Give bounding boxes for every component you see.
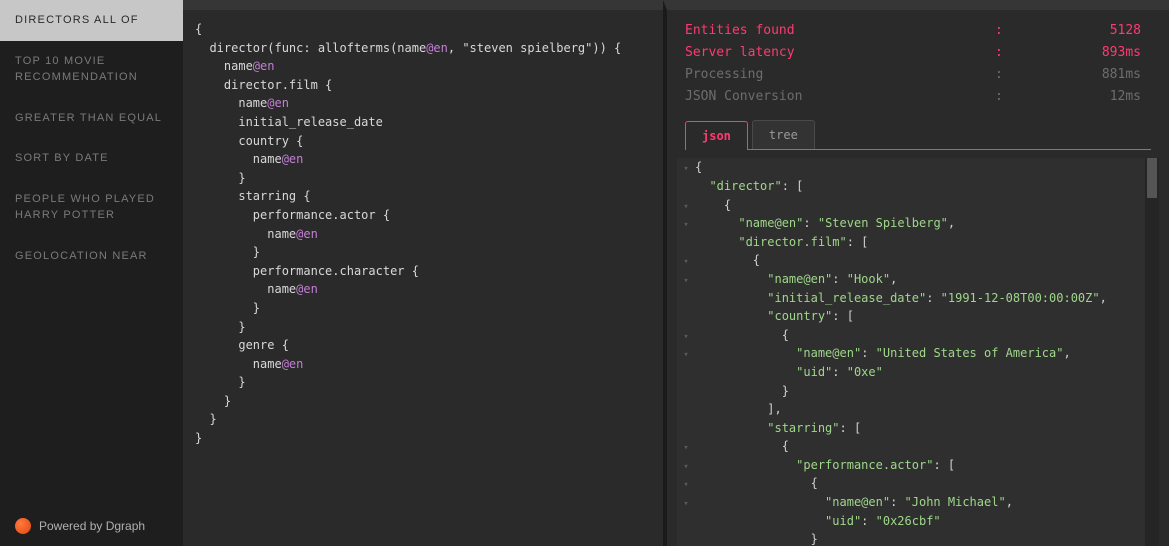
sidebar-item-top-10-movie[interactable]: TOP 10 MOVIE RECOMMENDATION <box>0 41 183 98</box>
query-editor[interactable]: { director(func: allofterms(name@en, "st… <box>183 10 663 458</box>
metric-label: Processing <box>685 64 995 86</box>
dgraph-logo-icon <box>15 518 31 534</box>
metric-colon: : <box>995 64 1025 86</box>
powered-by-label: Powered by Dgraph <box>39 519 145 533</box>
result-panel: Entities found : 5128 Server latency : 8… <box>663 0 1169 546</box>
metric-colon: : <box>995 20 1025 42</box>
sidebar-item-greater-than-equal[interactable]: GREATER THAN EQUAL <box>0 98 183 139</box>
json-text: { "director": [ { "name@en": "Steven Spi… <box>695 158 1145 546</box>
metric-json-conversion: JSON Conversion : 12ms <box>685 86 1151 108</box>
scrollbar-thumb[interactable] <box>1147 158 1157 198</box>
sidebar-item-geolocation-near[interactable]: GEOLOCATION NEAR <box>0 236 183 277</box>
sidebar: DIRECTORS ALL OF TOP 10 MOVIE RECOMMENDA… <box>0 0 183 546</box>
metric-label: Entities found <box>685 20 995 42</box>
sidebar-item-directors-all-of[interactable]: DIRECTORS ALL OF <box>0 0 183 41</box>
metric-entities-found: Entities found : 5128 <box>685 20 1151 42</box>
tab-json[interactable]: json <box>685 121 748 150</box>
sidebar-items: DIRECTORS ALL OF TOP 10 MOVIE RECOMMENDA… <box>0 0 183 506</box>
sidebar-item-harry-potter[interactable]: PEOPLE WHO PLAYED HARRY POTTER <box>0 179 183 236</box>
sidebar-item-sort-by-date[interactable]: SORT BY DATE <box>0 138 183 179</box>
json-output[interactable]: ▾▾▾▾▾▾▾▾▾▾▾▾▾ { "director": [ { "name@en… <box>677 158 1159 546</box>
metric-processing: Processing : 881ms <box>685 64 1151 86</box>
powered-by[interactable]: Powered by Dgraph <box>0 506 183 546</box>
metric-colon: : <box>995 86 1025 108</box>
json-gutter: ▾▾▾▾▾▾▾▾▾▾▾▾▾ <box>677 158 695 546</box>
metrics: Entities found : 5128 Server latency : 8… <box>677 10 1159 120</box>
query-editor-panel: { director(func: allofterms(name@en, "st… <box>183 0 663 546</box>
result-tabs: json tree <box>685 120 1151 150</box>
scrollbar[interactable] <box>1145 158 1159 546</box>
metric-label: Server latency <box>685 42 995 64</box>
metric-value: 881ms <box>1025 64 1151 86</box>
metric-colon: : <box>995 42 1025 64</box>
metric-value: 893ms <box>1025 42 1151 64</box>
metric-value: 12ms <box>1025 86 1151 108</box>
metric-server-latency: Server latency : 893ms <box>685 42 1151 64</box>
tab-tree[interactable]: tree <box>752 120 815 149</box>
metric-label: JSON Conversion <box>685 86 995 108</box>
metric-value: 5128 <box>1025 20 1151 42</box>
